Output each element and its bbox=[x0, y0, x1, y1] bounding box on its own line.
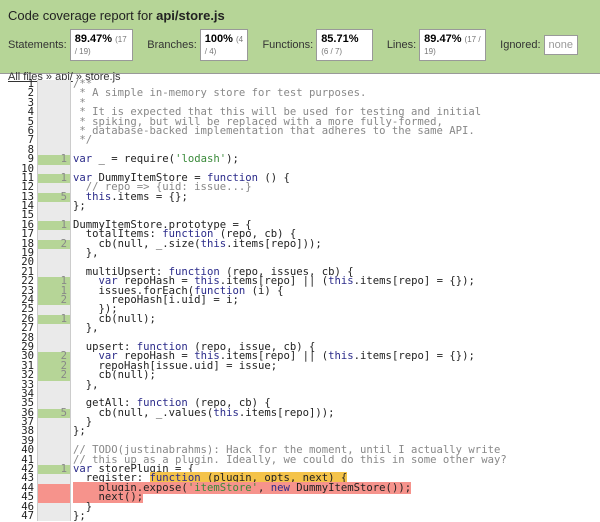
line-code: this.items = {}; bbox=[70, 191, 188, 202]
hit-count bbox=[37, 98, 70, 109]
stat-label: Ignored: bbox=[500, 39, 541, 51]
line-code: }, bbox=[70, 379, 99, 390]
line-code: }, bbox=[70, 323, 99, 334]
hit-count: 1 bbox=[37, 154, 70, 165]
hit-count bbox=[37, 418, 70, 428]
stat-value: 85.71% (6 / 7) bbox=[316, 29, 373, 61]
line-code: }; bbox=[70, 201, 86, 212]
code-line: 27 }, bbox=[0, 323, 600, 334]
code-line: 7 */ bbox=[0, 135, 600, 146]
line-code: cb(null, _.values(this.items[repo])); bbox=[70, 407, 335, 418]
line-code: cb(null, _.size(this.items[repo])); bbox=[70, 238, 322, 249]
code-line: 37 } bbox=[0, 417, 600, 428]
hit-count: 1 bbox=[37, 219, 70, 230]
report-header: Code coverage report for api/store.js St… bbox=[0, 0, 600, 83]
line-code: * database-backed implementation that ad… bbox=[70, 126, 475, 137]
stat-value: 89.47% (17 / 19) bbox=[69, 29, 134, 61]
hit-count bbox=[37, 333, 70, 343]
title-file: api/store.js bbox=[156, 8, 225, 23]
hit-count bbox=[37, 427, 70, 437]
hit-count bbox=[37, 258, 70, 268]
code-line: 46 } bbox=[0, 501, 600, 512]
stat-label: Lines: bbox=[386, 39, 417, 51]
hit-count bbox=[37, 249, 70, 259]
hit-count: 1 bbox=[37, 463, 70, 475]
hit-count bbox=[37, 474, 70, 484]
hit-count bbox=[37, 436, 70, 447]
hit-count bbox=[37, 108, 70, 118]
hit-count: 2 bbox=[37, 238, 70, 249]
stat-label: Branches: bbox=[147, 39, 197, 51]
stat-pct: 100% bbox=[204, 33, 233, 45]
code-line: 2 * A simple in-memory store for test pu… bbox=[0, 88, 600, 99]
code-line: 38}; bbox=[0, 426, 600, 437]
hit-count bbox=[37, 483, 70, 494]
hit-count: 1 bbox=[37, 172, 70, 183]
stat-ignored: Ignored: none bbox=[500, 35, 578, 55]
stat-value: 89.47% (17 / 19) bbox=[419, 29, 487, 61]
stat-label: Statements: bbox=[8, 39, 67, 51]
hit-count: 1 bbox=[37, 313, 70, 324]
stat-pct: 89.47% bbox=[74, 33, 113, 45]
hit-count bbox=[37, 89, 70, 99]
stat-statements: Statements: 89.47% (17 / 19) bbox=[8, 29, 134, 61]
hit-count bbox=[37, 389, 70, 400]
code-line: 47}; bbox=[0, 510, 600, 522]
stat-fraction: (6 / 7) bbox=[321, 47, 343, 56]
stat-branches: Branches: 100% (4 / 4) bbox=[147, 29, 249, 61]
stat-pct: 85.71% bbox=[321, 33, 359, 45]
line-code: }; bbox=[70, 510, 86, 521]
code-line: 13 5 this.items = {}; bbox=[0, 191, 600, 202]
stat-value: 100% (4 / 4) bbox=[199, 29, 249, 61]
hit-count bbox=[37, 493, 70, 503]
stat-label: Functions: bbox=[262, 39, 314, 51]
source-code-view: 1/** 2 * A simple in-memory store for tes… bbox=[0, 78, 600, 522]
hit-count bbox=[37, 446, 70, 456]
stat-lines: Lines: 89.47% (17 / 19) bbox=[386, 29, 487, 61]
hit-count bbox=[37, 202, 70, 212]
hit-count: 2 bbox=[37, 370, 70, 381]
hit-count bbox=[37, 380, 70, 390]
code-line: 14}; bbox=[0, 201, 600, 212]
hit-count: 5 bbox=[37, 407, 70, 418]
code-line: 33 }, bbox=[0, 379, 600, 390]
hit-count: 5 bbox=[37, 191, 70, 202]
coverage-stats: Statements: 89.47% (17 / 19) Branches: 100… bbox=[8, 29, 592, 61]
hit-count bbox=[37, 117, 70, 127]
hit-count: 2 bbox=[37, 294, 70, 306]
stat-functions: Functions: 85.71% (6 / 7) bbox=[262, 29, 373, 61]
hit-count bbox=[37, 126, 70, 137]
line-number[interactable]: 47 bbox=[0, 510, 37, 521]
hit-count bbox=[37, 511, 70, 522]
page-title: Code coverage report for api/store.js bbox=[8, 0, 592, 23]
stat-pct: 89.47% bbox=[424, 33, 462, 45]
line-code: }; bbox=[70, 426, 86, 437]
line-code: * A simple in-memory store for test purp… bbox=[70, 88, 366, 99]
hit-count bbox=[37, 80, 70, 90]
hit-count bbox=[37, 502, 70, 512]
line-code: */ bbox=[70, 135, 92, 146]
stat-value: none bbox=[543, 35, 578, 55]
line-code: var _ = require('lodash'); bbox=[70, 154, 239, 165]
title-prefix: Code coverage report for bbox=[8, 8, 157, 23]
code-line: 19 }, bbox=[0, 248, 600, 259]
hit-count bbox=[37, 324, 70, 334]
code-line: 9 1 var _ = require('lodash'); bbox=[0, 154, 600, 165]
line-code: }, bbox=[70, 248, 99, 259]
hit-count bbox=[37, 136, 70, 146]
